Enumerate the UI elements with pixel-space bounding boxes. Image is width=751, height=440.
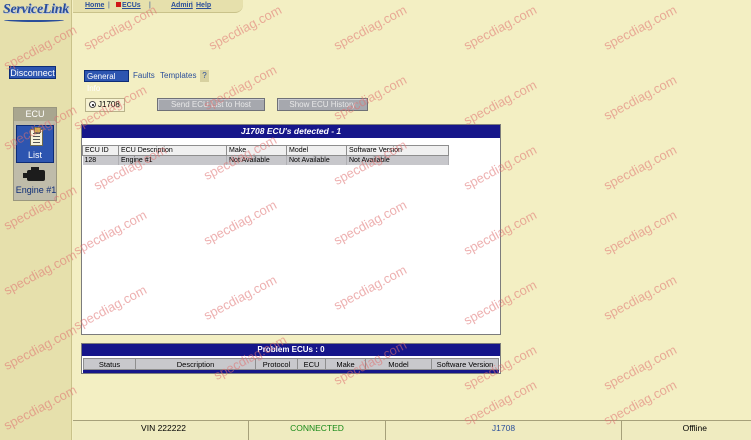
status-protocol: J1708 xyxy=(386,421,622,440)
watermark-text: specdiag.com xyxy=(461,77,540,128)
nav-separator: | xyxy=(108,2,110,9)
ecu-panel-title: ECU xyxy=(14,108,56,121)
disconnect-button[interactable]: Disconnect xyxy=(9,66,56,79)
column-header-software-version[interactable]: Software Version xyxy=(346,145,449,156)
ecu-engine-1-label: Engine #1 xyxy=(15,185,57,195)
status-vin: VIN 222222 xyxy=(79,421,249,440)
watermark-text: specdiag.com xyxy=(331,2,410,53)
tab-help[interactable]: ? xyxy=(200,70,209,82)
ecu-engine-1-item[interactable]: Engine #1 xyxy=(14,167,58,200)
ecu-panel: ECU List Engine #1 xyxy=(13,107,57,201)
column-header-model[interactable]: Model xyxy=(365,358,432,370)
column-header-protocol[interactable]: Protocol xyxy=(255,358,298,370)
status-mode: Offline xyxy=(682,423,707,433)
logo-swoosh xyxy=(4,18,64,22)
nav-ecus-label: ECUs xyxy=(122,2,141,9)
watermark-text: specdiag.com xyxy=(461,2,540,53)
column-header-ecu-id[interactable]: ECU ID xyxy=(82,145,119,156)
tab-faults[interactable]: Faults xyxy=(131,70,157,82)
watermark-text: specdiag.com xyxy=(601,2,680,53)
radio-selected-icon xyxy=(89,101,96,108)
column-header-make[interactable]: Make xyxy=(325,358,366,370)
cell-ecu-description: Engine #1 xyxy=(118,155,227,165)
ecu-detected-panel: J1708 ECU's detected - 1 ECU ID ECU Desc… xyxy=(81,124,501,335)
cell-model: Not Available xyxy=(286,155,347,165)
engine-icon xyxy=(23,167,45,181)
servicelink-logo: ServiceLink xyxy=(3,2,69,17)
ecu-list-label: List xyxy=(27,150,42,160)
clipboard-list-icon xyxy=(30,127,43,146)
column-header-make[interactable]: Make xyxy=(226,145,287,156)
protocol-radio-label: J1708 xyxy=(98,100,120,109)
column-header-software-version[interactable]: Software Version xyxy=(431,358,499,370)
column-header-ecu[interactable]: ECU xyxy=(297,358,326,370)
tab-general-info[interactable]: General Info xyxy=(84,70,129,93)
ecu-table: ECU ID ECU Description Make Model Softwa… xyxy=(82,145,449,165)
show-ecu-history-button[interactable]: Show ECU History xyxy=(277,98,368,111)
problem-table-scrollbar[interactable] xyxy=(83,370,499,373)
table-row[interactable]: 128 Engine #1 Not Available Not Availabl… xyxy=(82,155,449,165)
status-connection: CONNECTED xyxy=(249,421,386,440)
ecu-list-button[interactable]: List xyxy=(16,125,54,163)
problem-ecus-table: Status Description Protocol ECU Make Mod… xyxy=(83,358,499,370)
watermark-text: specdiag.com xyxy=(601,342,680,393)
problem-ecus-header: Problem ECUs : 0 xyxy=(82,344,500,356)
ecu-detected-header: J1708 ECU's detected - 1 xyxy=(82,125,500,138)
tab-templates[interactable]: Templates xyxy=(158,70,198,82)
flag-icon xyxy=(116,2,121,7)
column-header-status[interactable]: Status xyxy=(83,358,136,370)
watermark-text: specdiag.com xyxy=(601,142,680,193)
watermark-text: specdiag.com xyxy=(601,72,680,123)
column-header-description[interactable]: Description xyxy=(135,358,256,370)
nav-admin-link[interactable]: Admin xyxy=(171,2,193,9)
status-bar: VIN 222222 CONNECTED J1708 Offline xyxy=(73,420,751,440)
protocol-radio-j1708[interactable]: J1708 xyxy=(85,98,125,112)
top-nav: Home | ECUs | Admin | Help xyxy=(73,0,243,13)
nav-home-link[interactable]: Home xyxy=(85,2,104,9)
nav-separator: | xyxy=(149,2,151,9)
cell-make: Not Available xyxy=(226,155,287,165)
column-header-model[interactable]: Model xyxy=(286,145,347,156)
nav-ecus-link[interactable]: ECUs xyxy=(116,2,141,9)
send-ecu-list-button[interactable]: Send ECU List to Host xyxy=(157,98,265,111)
nav-help-link[interactable]: Help xyxy=(196,2,211,9)
watermark-text: specdiag.com xyxy=(601,272,680,323)
problem-ecus-panel: Problem ECUs : 0 Status Description Prot… xyxy=(81,343,501,374)
cell-software-version: Not Available xyxy=(346,155,449,165)
nav-separator: | xyxy=(191,2,193,9)
left-sidebar: ServiceLink Disconnect ECU List Engine #… xyxy=(0,0,72,440)
watermark-text: specdiag.com xyxy=(601,207,680,258)
cell-ecu-id: 128 xyxy=(82,155,119,165)
column-header-ecu-description[interactable]: ECU Description xyxy=(118,145,227,156)
